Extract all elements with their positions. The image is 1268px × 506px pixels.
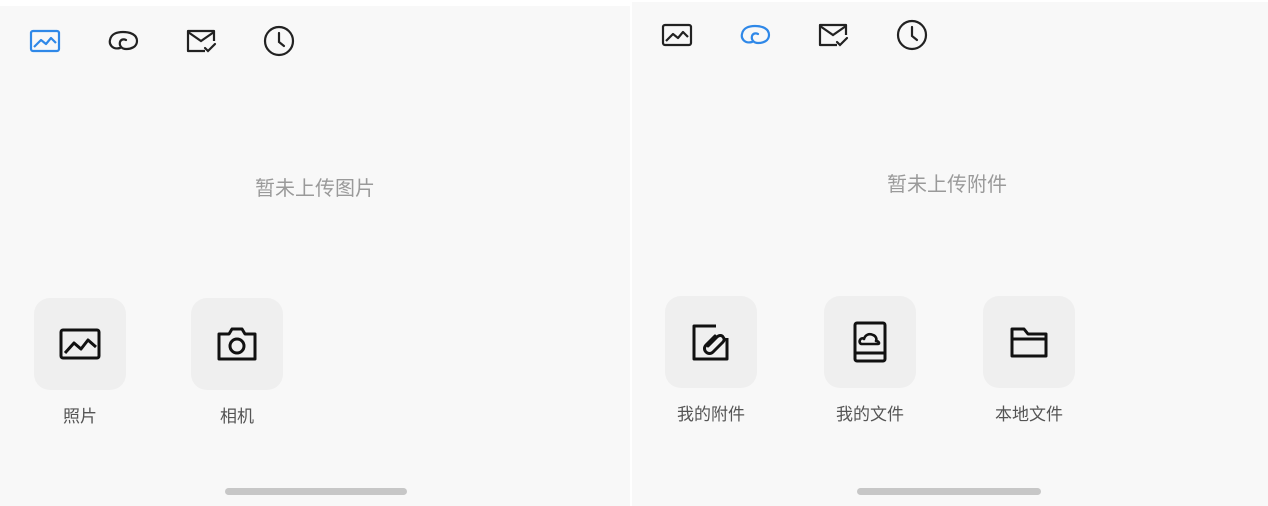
camera-icon <box>217 327 257 361</box>
local-files-tile[interactable] <box>983 296 1075 388</box>
attachment-icon <box>692 324 729 361</box>
my-files-tile[interactable] <box>824 296 916 388</box>
empty-state-text: 暂未上传图片 <box>255 176 375 200</box>
image-upload-panel: 暂未上传图片 照片 相机 <box>0 6 630 506</box>
local-files-label: 本地文件 <box>995 405 1063 425</box>
mail-check-icon <box>186 29 217 53</box>
image-icon <box>59 328 101 360</box>
mail-check-icon <box>818 23 849 47</box>
image-icon <box>661 23 693 47</box>
my-attachments-button[interactable]: 我的附件 <box>665 296 757 425</box>
my-attachments-label: 我的附件 <box>677 405 745 425</box>
camera-tile[interactable] <box>191 298 283 390</box>
my-files-label: 我的文件 <box>836 405 904 425</box>
cloud-file-icon <box>853 321 887 363</box>
folder-icon <box>1010 327 1048 358</box>
link-icon <box>108 30 139 51</box>
tab-mail[interactable] <box>183 23 219 59</box>
tab-history[interactable] <box>261 23 297 59</box>
my-files-button[interactable]: 我的文件 <box>824 296 916 425</box>
tab-image[interactable] <box>659 17 695 53</box>
camera-label: 相机 <box>220 407 254 427</box>
home-indicator[interactable] <box>857 488 1041 495</box>
photos-button[interactable]: 照片 <box>34 298 126 427</box>
attachment-upload-panel: 暂未上传附件 我的附件 我的文件 本地文件 <box>632 2 1268 506</box>
clock-icon <box>263 25 295 57</box>
home-indicator[interactable] <box>225 488 407 495</box>
clock-icon <box>896 19 928 51</box>
empty-state-text: 暂未上传附件 <box>887 172 1007 196</box>
my-attachments-tile[interactable] <box>665 296 757 388</box>
tab-link[interactable] <box>105 23 141 59</box>
tab-link[interactable] <box>737 17 773 53</box>
tab-history[interactable] <box>894 17 930 53</box>
image-icon <box>29 29 61 53</box>
photos-label: 照片 <box>63 407 97 427</box>
tab-image[interactable] <box>27 23 63 59</box>
tab-mail[interactable] <box>815 17 851 53</box>
link-icon <box>740 24 771 45</box>
photos-tile[interactable] <box>34 298 126 390</box>
local-files-button[interactable]: 本地文件 <box>983 296 1075 425</box>
camera-button[interactable]: 相机 <box>191 298 283 427</box>
